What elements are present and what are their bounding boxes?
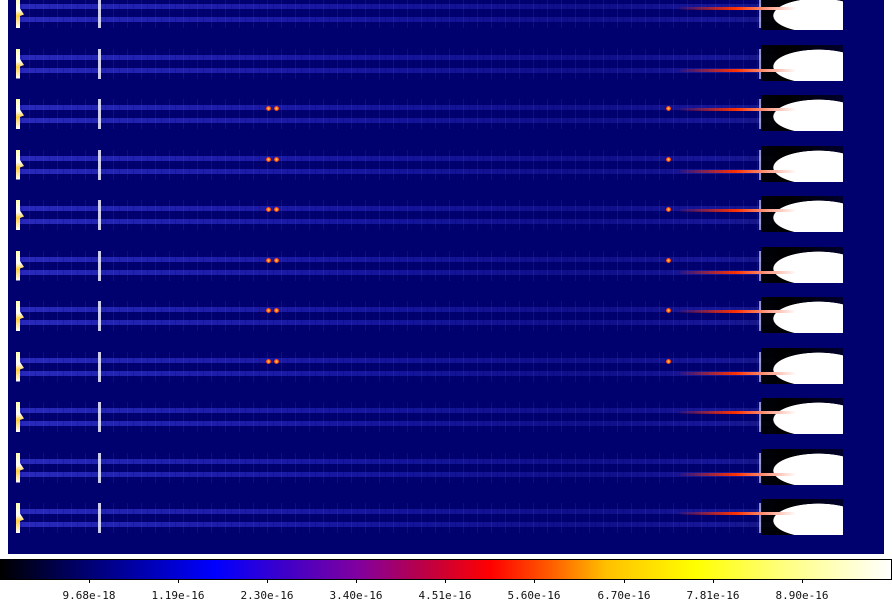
- colorbar-label: 7.81e-16: [686, 589, 740, 602]
- saturated-region: [761, 0, 843, 30]
- noise-texture: [16, 351, 840, 382]
- saturated-region: [761, 196, 843, 232]
- spectral-order: [16, 196, 843, 232]
- bad-column: [98, 351, 101, 382]
- bright-trace: [676, 270, 796, 274]
- bad-column: [98, 301, 101, 331]
- colorbar-label: 9.68e-18: [62, 589, 116, 602]
- colorbar-label: 4.51e-16: [418, 589, 472, 602]
- emission-spot: [666, 156, 671, 162]
- emission-spot: [666, 106, 671, 111]
- colorbar-tick: [445, 579, 446, 583]
- noise-texture: [16, 250, 840, 281]
- colorbar-label: 2.30e-16: [240, 589, 294, 602]
- noise-texture: [16, 402, 840, 432]
- spectral-order: [16, 347, 843, 384]
- spectral-order: [16, 398, 843, 434]
- colorbar-label: 5.60e-16: [507, 589, 561, 602]
- noise-texture: [16, 503, 840, 533]
- colorbar: [0, 559, 892, 580]
- saturated-region: [761, 44, 843, 81]
- bad-column: [98, 250, 101, 281]
- emission-spot: [266, 106, 271, 111]
- noise-texture: [16, 48, 840, 79]
- bad-column: [98, 99, 101, 129]
- bright-trace: [676, 512, 796, 515]
- emission-spot: [274, 308, 279, 313]
- emission-spot: [274, 156, 279, 162]
- colorbar-label: 3.40e-16: [329, 589, 383, 602]
- colorbar-label: 6.70e-16: [597, 589, 651, 602]
- spectral-order: [16, 145, 843, 182]
- emission-spot: [274, 207, 279, 212]
- emission-spot: [666, 257, 671, 263]
- spectral-order: [16, 44, 843, 81]
- colorbar-tick: [89, 579, 90, 583]
- emission-spot: [266, 156, 271, 162]
- bad-column: [98, 149, 101, 180]
- spectral-order: [16, 0, 843, 30]
- bright-trace: [676, 310, 796, 313]
- saturated-region: [761, 95, 843, 131]
- spectral-order: [16, 95, 843, 131]
- spectral-order: [16, 246, 843, 283]
- emission-spot: [274, 106, 279, 111]
- saturated-region: [761, 297, 843, 333]
- colorbar-tick: [534, 579, 535, 583]
- bright-trace: [676, 7, 796, 10]
- colorbar-tick: [356, 579, 357, 583]
- bad-column: [98, 503, 101, 533]
- noise-texture: [16, 149, 840, 180]
- emission-spot: [266, 358, 271, 364]
- bright-trace: [676, 108, 796, 111]
- noise-texture: [16, 0, 840, 28]
- emission-spot: [666, 308, 671, 313]
- saturated-region: [761, 499, 843, 535]
- bright-trace: [676, 169, 796, 173]
- bad-column: [98, 48, 101, 79]
- bad-column: [98, 402, 101, 432]
- noise-texture: [16, 301, 840, 331]
- noise-texture: [16, 452, 840, 483]
- spectral-order: [16, 499, 843, 535]
- emission-spot: [274, 358, 279, 364]
- noise-texture: [16, 99, 840, 129]
- emission-spot: [666, 207, 671, 212]
- saturated-region: [761, 145, 843, 182]
- spectrum-image: [8, 0, 884, 554]
- saturated-region: [761, 448, 843, 485]
- bad-column: [98, 200, 101, 230]
- spectral-order: [16, 297, 843, 333]
- emission-spot: [266, 308, 271, 313]
- bright-trace: [676, 209, 796, 212]
- emission-spot: [266, 207, 271, 212]
- saturated-region: [761, 246, 843, 283]
- colorbar-tick: [624, 579, 625, 583]
- colorbar-tick: [802, 579, 803, 583]
- noise-texture: [16, 200, 840, 230]
- bad-column: [98, 0, 101, 28]
- colorbar-label: 8.90e-16: [775, 589, 829, 602]
- colorbar-tick: [178, 579, 179, 583]
- saturated-region: [761, 347, 843, 384]
- colorbar-label: 1.19e-16: [151, 589, 205, 602]
- colorbar-tick: [713, 579, 714, 583]
- bright-trace: [676, 411, 796, 414]
- emission-spot: [274, 257, 279, 263]
- colorbar-tick: [267, 579, 268, 583]
- spectral-order: [16, 448, 843, 485]
- emission-spot: [666, 358, 671, 364]
- bright-trace: [676, 68, 796, 72]
- bright-trace: [676, 472, 796, 476]
- bad-column: [98, 452, 101, 483]
- saturated-region: [761, 398, 843, 434]
- emission-spot: [266, 257, 271, 263]
- bright-trace: [676, 371, 796, 375]
